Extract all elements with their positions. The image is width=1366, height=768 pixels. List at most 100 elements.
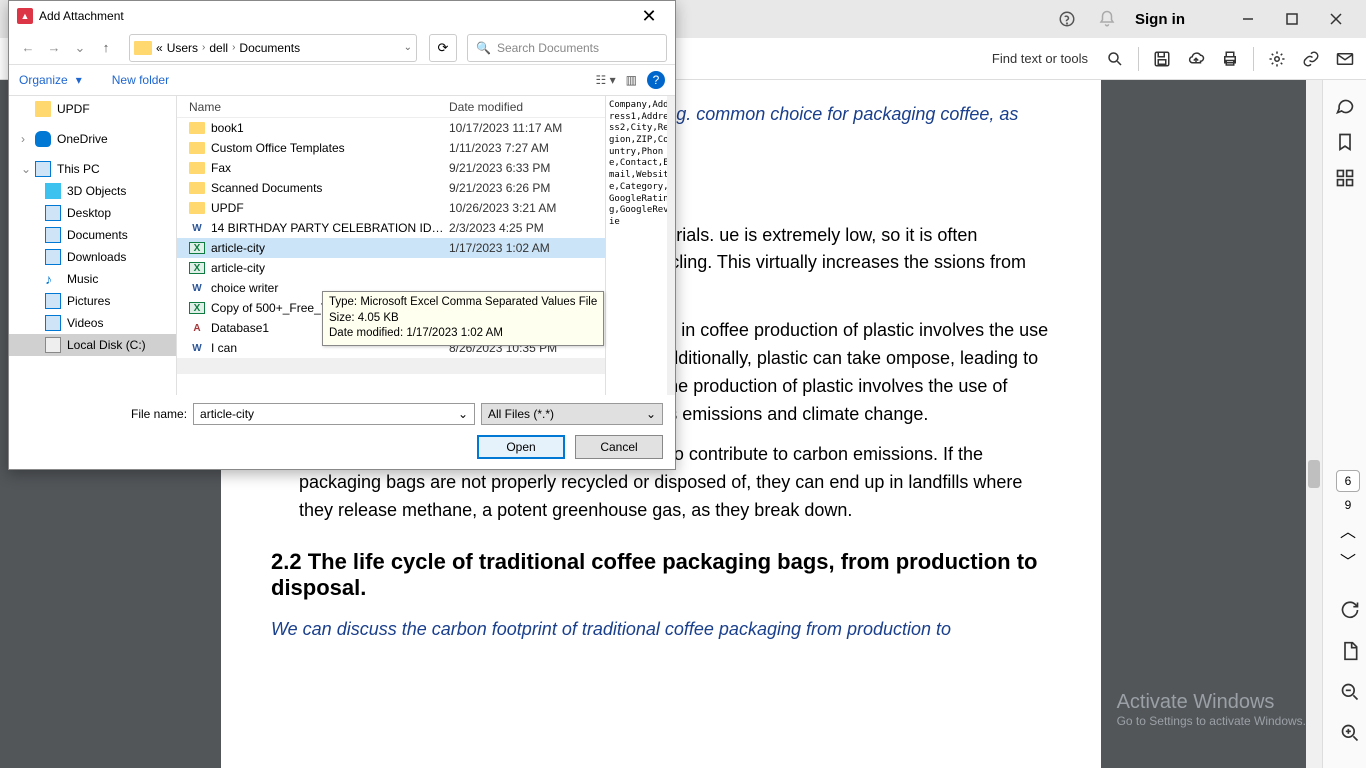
link-icon[interactable]: [1300, 48, 1322, 70]
col-date[interactable]: Date modified: [449, 100, 523, 114]
chevron-up-icon[interactable]: ︿: [1340, 518, 1356, 542]
tree-item-onedrive[interactable]: ›OneDrive: [9, 128, 176, 150]
cancel-button[interactable]: Cancel: [575, 435, 663, 459]
vertical-scrollbar[interactable]: [1306, 80, 1322, 768]
back-icon[interactable]: ←: [17, 37, 39, 59]
horizontal-scrollbar[interactable]: [177, 358, 605, 374]
excel-icon: [189, 242, 205, 254]
breadcrumb-box[interactable]: « Users › dell › Documents ⌄: [129, 34, 417, 62]
watermark-sub: Go to Settings to activate Windows.: [1117, 714, 1306, 728]
file-icon[interactable]: [1340, 641, 1360, 664]
tree-item-documents[interactable]: Documents: [9, 224, 176, 246]
minimize-icon[interactable]: [1226, 4, 1270, 34]
chevron-down-icon[interactable]: ﹀: [1340, 548, 1356, 572]
search-icon[interactable]: [1104, 48, 1126, 70]
chevron-right-icon: ›: [232, 42, 235, 53]
file-row[interactable]: book110/17/2023 11:17 AM: [177, 118, 605, 138]
forward-icon: →: [43, 37, 65, 59]
refresh-icon[interactable]: ⟳: [429, 34, 457, 62]
file-row[interactable]: Custom Office Templates1/11/2023 7:27 AM: [177, 138, 605, 158]
history-dropdown-icon[interactable]: ⌄: [69, 37, 91, 59]
excel-icon: [189, 262, 205, 274]
breadcrumb-item[interactable]: dell: [209, 41, 228, 55]
ai-icon[interactable]: [1266, 48, 1288, 70]
chevron-down-icon[interactable]: ⌄: [404, 42, 412, 53]
filename-input[interactable]: article-city ⌄: [193, 403, 475, 425]
page-current[interactable]: 6: [1336, 470, 1360, 492]
file-date: 9/21/2023 6:26 PM: [449, 181, 550, 195]
file-name: Custom Office Templates: [211, 141, 449, 155]
close-icon[interactable]: [1314, 4, 1358, 34]
breadcrumb-item[interactable]: Documents: [239, 41, 300, 55]
organize-menu[interactable]: Organize: [19, 73, 68, 87]
file-type-filter[interactable]: All Files (*.*) ⌄: [481, 403, 663, 425]
tree-item-downloads[interactable]: Downloads: [9, 246, 176, 268]
file-row[interactable]: article-city1/17/2023 1:02 AM: [177, 238, 605, 258]
dialog-main: UPDF ›OneDrive ⌄This PC 3D Objects Deskt…: [9, 95, 675, 395]
refresh-icon[interactable]: [1340, 600, 1360, 623]
file-name: Scanned Documents: [211, 181, 449, 195]
word-icon: [189, 342, 205, 354]
tooltip-line: Size: 4.05 KB: [329, 311, 597, 327]
maximize-icon[interactable]: [1270, 4, 1314, 34]
scroll-thumb[interactable]: [1308, 460, 1320, 488]
tree-item-videos[interactable]: Videos: [9, 312, 176, 334]
chevron-down-icon[interactable]: ⌄: [458, 407, 468, 421]
preview-pane-icon[interactable]: ▥: [626, 73, 637, 87]
file-date: 10/17/2023 11:17 AM: [449, 121, 562, 135]
help-icon[interactable]: ?: [647, 71, 665, 89]
search-input[interactable]: 🔍 Search Documents: [467, 34, 667, 62]
file-row[interactable]: Scanned Documents9/21/2023 6:26 PM: [177, 178, 605, 198]
grid-icon[interactable]: [1333, 166, 1357, 190]
zoom-out-icon[interactable]: [1340, 682, 1360, 705]
tree-item-localc[interactable]: Local Disk (C:): [9, 334, 176, 356]
activate-watermark: Activate Windows Go to Settings to activ…: [1117, 691, 1306, 728]
word-icon: [189, 282, 205, 294]
tree-item-desktop[interactable]: Desktop: [9, 202, 176, 224]
tree-item-3d[interactable]: 3D Objects: [9, 180, 176, 202]
chevron-down-icon[interactable]: ⌄: [21, 162, 29, 176]
tree-item-pictures[interactable]: Pictures: [9, 290, 176, 312]
file-row[interactable]: 14 BIRTHDAY PARTY CELEBRATION IDEAS...2/…: [177, 218, 605, 238]
mail-icon[interactable]: [1334, 48, 1356, 70]
print-icon[interactable]: [1219, 48, 1241, 70]
new-folder-button[interactable]: New folder: [112, 73, 169, 87]
tree-item-music[interactable]: ♪Music: [9, 268, 176, 290]
folder-icon: [189, 202, 205, 214]
file-row[interactable]: article-city: [177, 258, 605, 278]
separator: [1253, 47, 1254, 71]
file-row[interactable]: UPDF10/26/2023 3:21 AM: [177, 198, 605, 218]
tree-item-updf[interactable]: UPDF: [9, 98, 176, 120]
open-button[interactable]: Open: [477, 435, 565, 459]
file-row[interactable]: Fax9/21/2023 6:33 PM: [177, 158, 605, 178]
help-icon[interactable]: [1055, 7, 1079, 31]
col-name[interactable]: Name: [189, 100, 449, 114]
view-large-icon[interactable]: ☷ ▾: [596, 73, 616, 87]
up-icon[interactable]: ↑: [95, 37, 117, 59]
sign-in-link[interactable]: Sign in: [1135, 11, 1185, 28]
folder-tree: UPDF ›OneDrive ⌄This PC 3D Objects Deskt…: [9, 96, 177, 395]
tooltip-line: Date modified: 1/17/2023 1:02 AM: [329, 326, 597, 342]
file-date: 10/26/2023 3:21 AM: [449, 201, 556, 215]
organize-row: Organize ▾ New folder ☷ ▾ ▥ ?: [9, 65, 675, 95]
dialog-close-icon[interactable]: ✕: [631, 6, 667, 27]
zoom-in-icon[interactable]: [1340, 723, 1360, 746]
separator: [1138, 47, 1139, 71]
cloud-icon[interactable]: [1185, 48, 1207, 70]
file-header[interactable]: Name Date modified: [177, 96, 605, 118]
nav-row: ← → ⌄ ↑ « Users › dell › Documents ⌄ ⟳ 🔍…: [9, 31, 675, 65]
word-icon: [189, 222, 205, 234]
file-list[interactable]: Name Date modified book110/17/2023 11:17…: [177, 96, 605, 395]
bookmark-icon[interactable]: [1333, 130, 1357, 154]
find-text-label[interactable]: Find text or tools: [992, 51, 1088, 66]
bell-icon[interactable]: [1095, 7, 1119, 31]
chevron-right-icon[interactable]: ›: [21, 132, 29, 146]
tree-item-thispc[interactable]: ⌄This PC: [9, 158, 176, 180]
comment-icon[interactable]: [1333, 94, 1357, 118]
chevron-down-icon[interactable]: ⌄: [646, 407, 656, 421]
breadcrumb-item[interactable]: Users: [167, 41, 198, 55]
file-date: 1/11/2023 7:27 AM: [449, 141, 549, 155]
save-icon[interactable]: [1151, 48, 1173, 70]
dropdown-arrow-icon[interactable]: ▾: [76, 73, 82, 87]
file-name: UPDF: [211, 201, 449, 215]
